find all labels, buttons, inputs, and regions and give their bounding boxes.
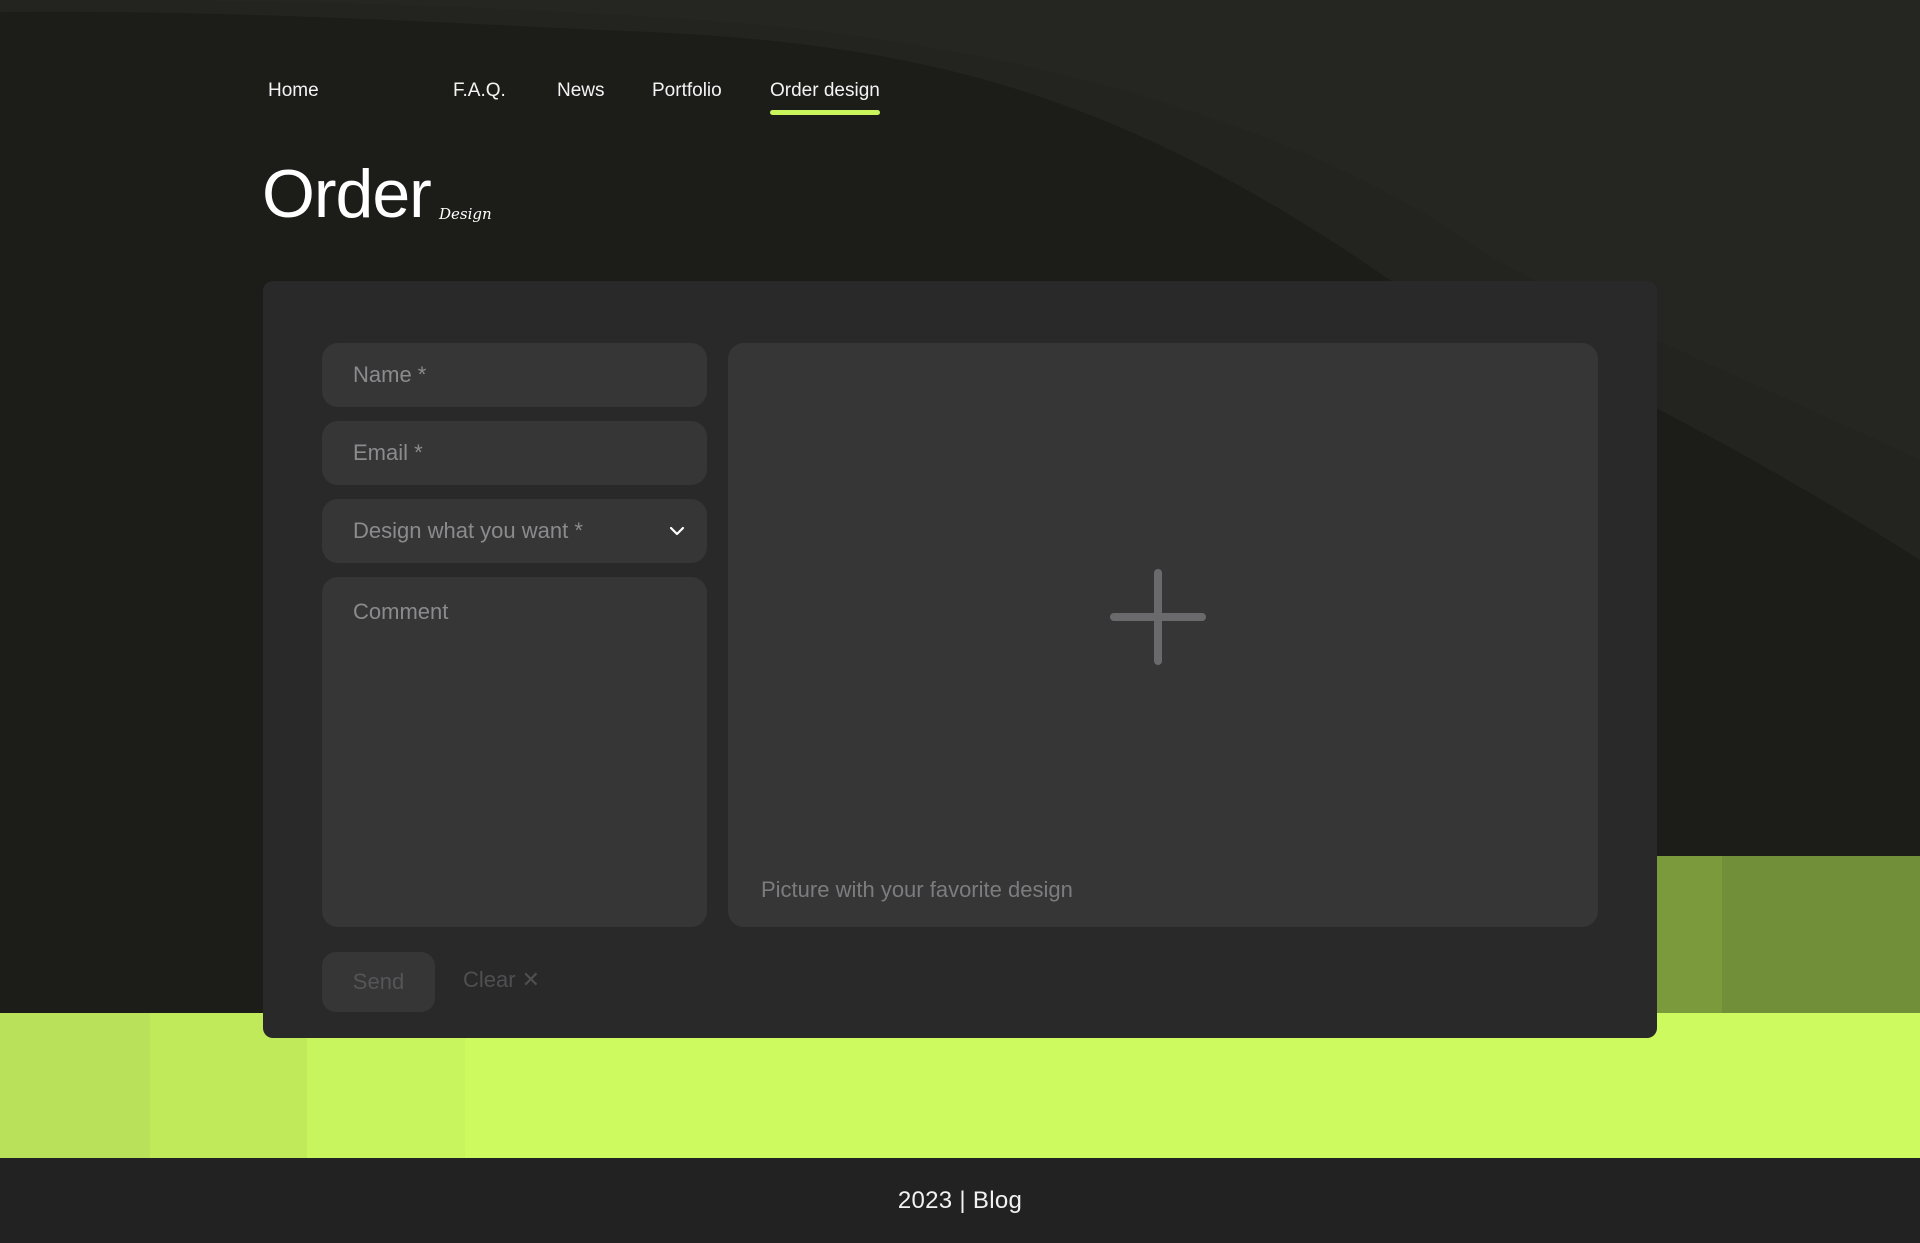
email-placeholder: Email * xyxy=(353,440,423,465)
olive-accent-block xyxy=(1656,856,1920,1013)
design-type-select[interactable]: Design what you want * xyxy=(322,499,707,563)
nav-item-news[interactable]: News xyxy=(557,80,605,102)
nav-item-order-design[interactable]: Order design xyxy=(770,80,880,115)
close-icon: ✕ xyxy=(521,967,541,992)
nav-item-portfolio[interactable]: Portfolio xyxy=(652,80,722,102)
clear-label: Clear xyxy=(463,967,516,992)
plus-icon xyxy=(1110,569,1206,665)
page-heading: Order Design xyxy=(262,156,492,232)
footer: 2023 | Blog xyxy=(0,1158,1920,1243)
design-image-dropzone[interactable]: Picture with your favorite design xyxy=(728,343,1598,927)
name-placeholder: Name * xyxy=(353,362,427,387)
page-subtitle: Design xyxy=(439,205,492,223)
design-select-value: Design what you want * xyxy=(353,518,583,543)
nav-item-home[interactable]: Home xyxy=(268,80,319,102)
comment-placeholder: Comment xyxy=(353,599,449,624)
dropzone-label: Picture with your favorite design xyxy=(761,877,1073,902)
clear-button[interactable]: Clear ✕ xyxy=(463,967,540,993)
send-button[interactable]: Send xyxy=(322,952,435,1012)
email-field[interactable]: Email * xyxy=(322,421,707,485)
page-title: Order xyxy=(262,156,432,232)
footer-text: 2023 | Blog xyxy=(897,1186,1023,1214)
order-form-card: Name * Email * Design what you want * Co… xyxy=(263,281,1657,1038)
nav-item-faq[interactable]: F.A.Q. xyxy=(453,80,506,102)
name-field[interactable]: Name * xyxy=(322,343,707,407)
comment-field[interactable]: Comment xyxy=(322,577,707,927)
chevron-down-icon xyxy=(669,526,685,536)
